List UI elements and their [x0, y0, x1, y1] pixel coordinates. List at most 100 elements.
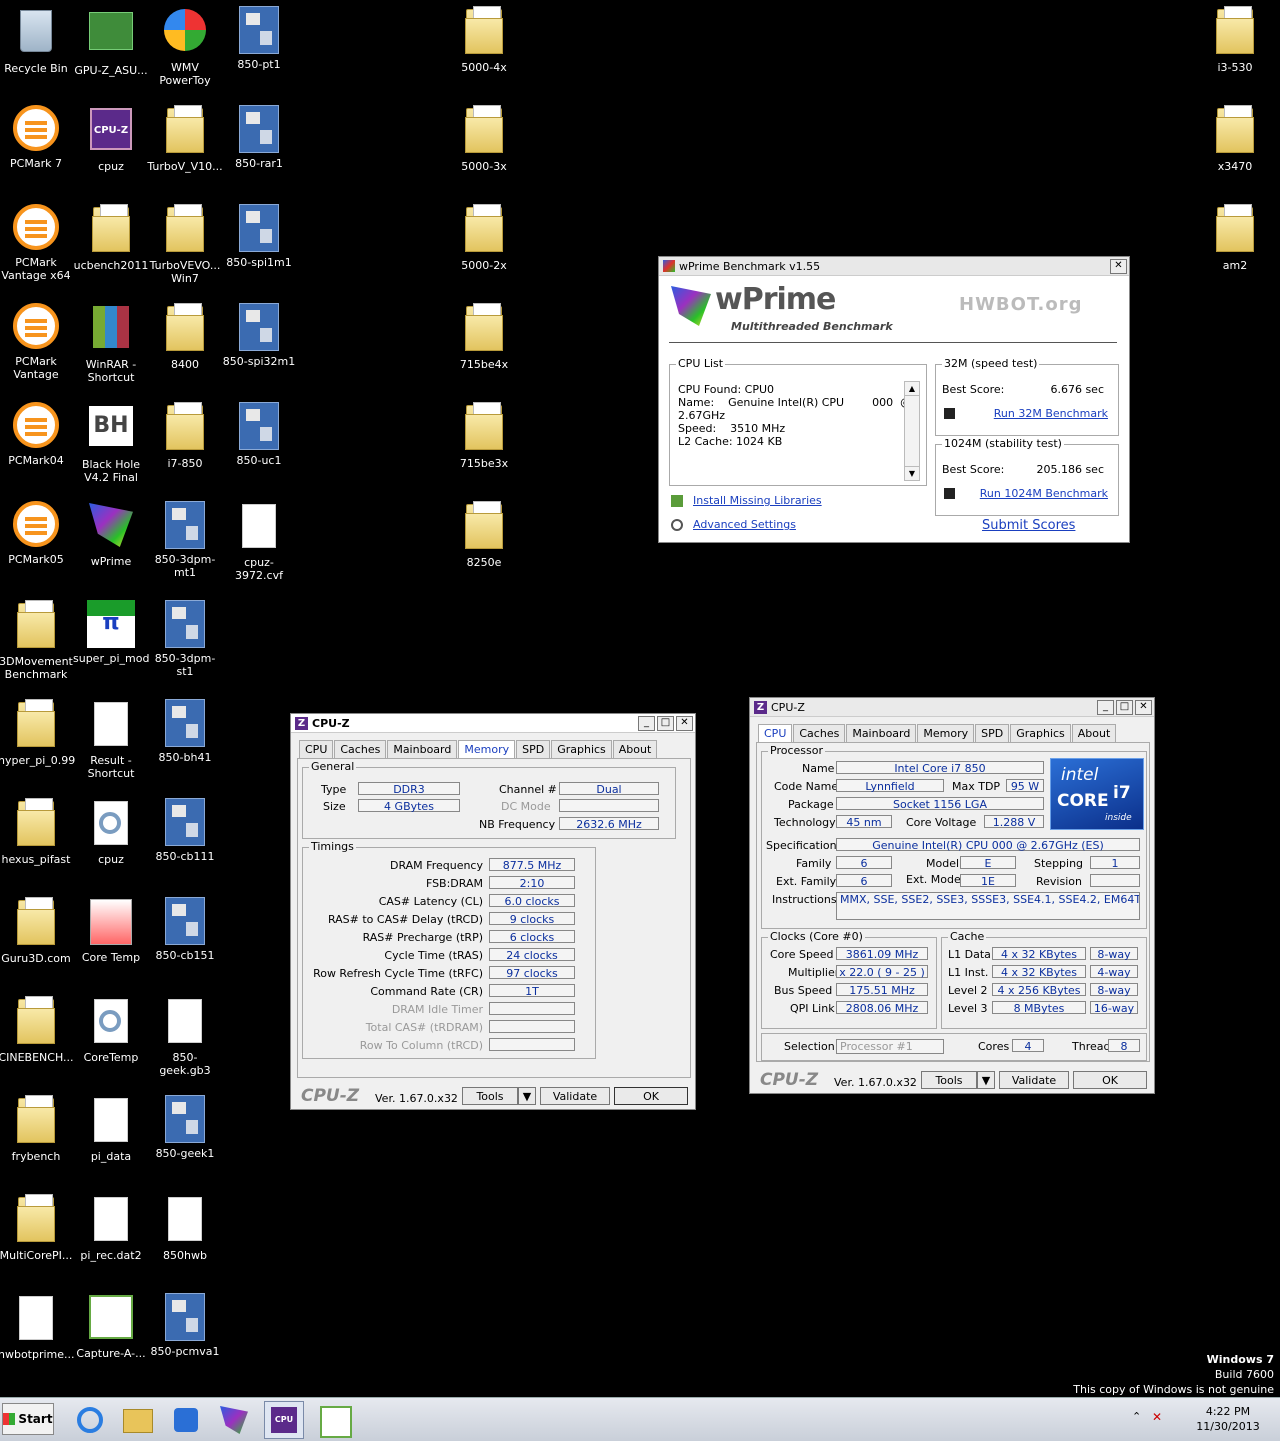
validate-button[interactable]: Validate — [540, 1087, 610, 1105]
tab-cpu[interactable]: CPU — [758, 724, 793, 742]
minimize-icon[interactable]: _ — [638, 715, 655, 731]
desktop-icon[interactable]: CINEBENCH... — [0, 996, 74, 1064]
desktop-icon[interactable]: i3-530 — [1197, 6, 1273, 74]
wprime-titlebar[interactable]: wPrime Benchmark v1.55 ✕ — [659, 257, 1129, 276]
desktop-icon[interactable]: π super_pi_mod — [73, 600, 149, 665]
desktop-icon[interactable]: 850-3dpm-mt1 — [147, 501, 223, 579]
maximize-icon[interactable]: □ — [657, 715, 674, 731]
desktop-icon[interactable]: 8400 — [147, 303, 223, 371]
desktop-icon[interactable]: ucbench2011 — [73, 204, 149, 272]
desktop-icon[interactable]: WMV PowerToy — [147, 6, 223, 87]
save-icon[interactable] — [944, 408, 955, 419]
desktop-icon[interactable]: 3DMovement Benchmark — [0, 600, 74, 681]
ok-button[interactable]: OK — [1073, 1071, 1147, 1089]
desktop-icon[interactable]: 715be4x — [446, 303, 522, 371]
desktop-icon[interactable]: GPU-Z_ASU... — [73, 6, 149, 77]
desktop-icon[interactable]: cpuz-3972.cvf — [221, 501, 297, 582]
taskbar-capture-icon[interactable] — [316, 1401, 356, 1439]
minimize-icon[interactable]: _ — [1097, 699, 1114, 715]
desktop-icon[interactable]: MultiCorePI... — [0, 1194, 74, 1262]
desktop-icon[interactable]: hwbotprime... — [0, 1293, 75, 1361]
desktop-icon[interactable]: 850-pt1 — [221, 6, 297, 71]
tab-graphics[interactable]: Graphics — [1010, 724, 1071, 742]
desktop-icon[interactable]: x3470 — [1197, 105, 1273, 173]
clock[interactable]: 4:22 PM 11/30/2013 — [1190, 1404, 1266, 1434]
desktop-icon[interactable]: PCMark Vantage x64 — [0, 204, 74, 282]
save-icon[interactable] — [944, 488, 955, 499]
taskbar-explorer-icon[interactable] — [118, 1401, 158, 1439]
desktop-icon[interactable]: Result - Shortcut — [73, 699, 149, 780]
desktop-icon[interactable]: i7-850 — [147, 402, 223, 470]
close-icon[interactable]: ✕ — [1110, 258, 1127, 274]
desktop-icon[interactable]: Capture-A-... — [73, 1293, 149, 1360]
tab-spd[interactable]: SPD — [975, 724, 1010, 742]
volume-muted-icon[interactable]: ✕ — [1152, 1410, 1166, 1424]
tab-memory[interactable]: Memory — [458, 740, 516, 758]
desktop-icon[interactable]: 715be3x — [446, 402, 522, 470]
scroll-up-icon[interactable]: ▲ — [905, 382, 919, 396]
desktop-icon[interactable]: PCMark05 — [0, 501, 74, 566]
install-libraries-link[interactable]: Install Missing Libraries — [693, 494, 822, 507]
desktop-icon[interactable]: am2 — [1197, 204, 1273, 272]
desktop-icon[interactable]: PCMark 7 — [0, 105, 74, 170]
desktop-icon[interactable]: 850hwb — [147, 1194, 223, 1262]
desktop-icon[interactable]: 850-rar1 — [221, 105, 297, 170]
ok-button[interactable]: OK — [614, 1087, 688, 1105]
desktop-icon[interactable]: 850-cb111 — [147, 798, 223, 863]
desktop-icon[interactable]: 850-3dpm-st1 — [147, 600, 223, 678]
scroll-down-icon[interactable]: ▼ — [905, 466, 919, 480]
taskbar-mediaplayer-icon[interactable] — [166, 1401, 206, 1439]
cpuz-memory-titlebar[interactable]: Z CPU-Z _ □ ✕ — [291, 714, 695, 733]
tab-caches[interactable]: Caches — [334, 740, 387, 758]
desktop-icon[interactable]: frybench — [0, 1095, 74, 1163]
close-icon[interactable]: ✕ — [1135, 699, 1152, 715]
desktop-icon[interactable]: PCMark04 — [0, 402, 74, 467]
desktop-icon[interactable]: WinRAR - Shortcut — [73, 303, 149, 384]
maximize-icon[interactable]: □ — [1116, 699, 1133, 715]
desktop-icon[interactable]: CoreTemp — [73, 996, 149, 1064]
tab-spd[interactable]: SPD — [516, 740, 551, 758]
tools-dropdown-icon[interactable]: ▼ — [977, 1071, 995, 1089]
desktop-icon[interactable]: 850-geek1 — [147, 1095, 223, 1160]
desktop-icon[interactable]: Core Temp — [73, 897, 149, 964]
desktop-icon[interactable]: PCMark Vantage — [0, 303, 74, 381]
show-hidden-icons-icon[interactable]: ⌃ — [1132, 1410, 1141, 1423]
desktop-icon[interactable]: Recycle Bin — [0, 6, 74, 75]
desktop-icon[interactable]: Guru3D.com — [0, 897, 74, 965]
desktop-icon[interactable]: 850-cb151 — [147, 897, 223, 962]
submit-scores-link[interactable]: Submit Scores — [982, 518, 1075, 533]
desktop-icon[interactable]: 5000-3x — [446, 105, 522, 173]
desktop-icon[interactable]: TurboV_V10... — [147, 105, 223, 173]
tools-button[interactable]: Tools — [921, 1071, 977, 1089]
desktop-icon[interactable]: 850-spi32m1 — [221, 303, 297, 368]
tab-about[interactable]: About — [612, 740, 658, 758]
taskbar-cpuz-icon[interactable]: CPU — [264, 1401, 304, 1439]
desktop-icon[interactable]: 850-uc1 — [221, 402, 297, 467]
tab-mainboard[interactable]: Mainboard — [387, 740, 458, 758]
tab-cpu[interactable]: CPU — [299, 740, 334, 758]
desktop-icon[interactable]: 850-spi1m1 — [221, 204, 297, 269]
desktop-icon[interactable]: cpuz — [73, 798, 149, 866]
run-32m-link[interactable]: Run 32M Benchmark — [994, 407, 1108, 420]
selection-dropdown[interactable]: Processor #1 — [836, 1039, 944, 1054]
close-icon[interactable]: ✕ — [676, 715, 693, 731]
tab-mainboard[interactable]: Mainboard — [846, 724, 917, 742]
desktop-icon[interactable]: pi_data — [73, 1095, 149, 1163]
desktop-icon[interactable]: BH Black Hole V4.2 Final — [73, 402, 149, 484]
tab-caches[interactable]: Caches — [793, 724, 846, 742]
taskbar-wprime-icon[interactable] — [214, 1401, 254, 1439]
scrollbar[interactable]: ▲ ▼ — [904, 381, 920, 481]
desktop-icon[interactable]: 8250e — [446, 501, 522, 569]
desktop-icon[interactable]: wPrime — [73, 501, 149, 568]
taskbar-ie-icon[interactable] — [70, 1401, 110, 1439]
desktop-icon[interactable]: pi_rec.dat2 — [73, 1194, 149, 1262]
start-button[interactable]: Start — [2, 1403, 54, 1435]
desktop-icon[interactable]: CPU-Z cpuz — [73, 105, 149, 173]
run-1024m-link[interactable]: Run 1024M Benchmark — [980, 487, 1108, 500]
tab-memory[interactable]: Memory — [917, 724, 975, 742]
tab-graphics[interactable]: Graphics — [551, 740, 612, 758]
desktop-icon[interactable]: 850-bh41 — [147, 699, 223, 764]
desktop-icon[interactable]: 850-geek.gb3 — [147, 996, 223, 1077]
tab-about[interactable]: About — [1071, 724, 1117, 742]
tools-dropdown-icon[interactable]: ▼ — [518, 1087, 536, 1105]
